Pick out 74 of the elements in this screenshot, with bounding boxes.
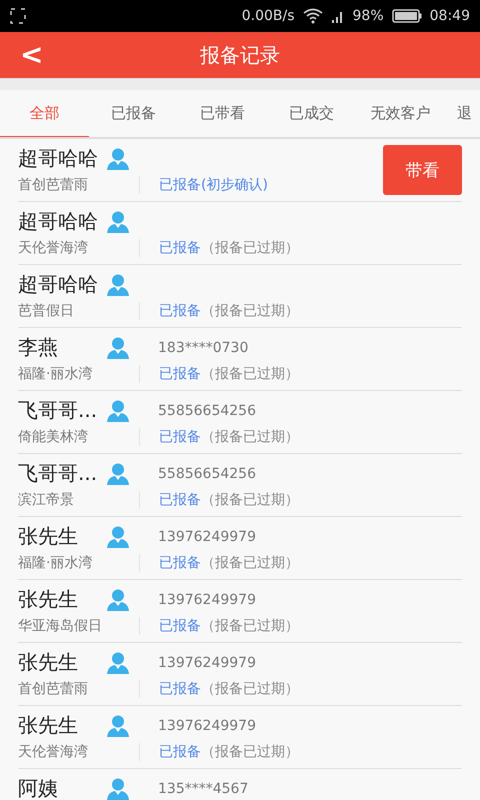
customer-name: 张先生 [18,649,79,676]
person-icon [106,210,130,232]
customer-name: 张先生 [18,712,79,739]
project-name: 福隆·丽水湾 [18,365,140,383]
person-icon [106,778,130,800]
report-status: 已报备 [159,491,201,509]
person-icon [106,274,130,296]
status-note: （报备已过期） [201,491,299,509]
customer-name: 超哥哈哈 [18,145,99,172]
project-name: 滨江帝景 [18,491,140,509]
person-icon [106,526,130,548]
report-status: 已报备 [159,365,201,383]
report-status: 已报备 [159,743,201,761]
customer-name: 超哥哈哈 [18,271,99,298]
phone-number: 13976249979 [158,718,256,734]
phone-number: 13976249979 [158,528,256,544]
wifi-icon [302,8,323,24]
screenshot-icon [10,8,26,24]
phone-number: 13976249979 [158,592,256,608]
phone-number: 13976249979 [158,654,256,670]
person-icon [106,652,130,674]
report-status: 已报备 [159,428,201,446]
status-note: （报备已过期） [201,365,299,383]
status-note: （报备已过期） [201,743,299,761]
phone-number: 55856654256 [158,466,256,482]
project-name: 芭普假日 [18,302,140,320]
phone-number: 135****4567 [158,780,248,796]
customer-name: 阿姨 [18,775,59,800]
status-note: （报备已过期） [201,239,299,257]
report-status: 已报备 [159,302,201,320]
status-note: （报备已过期） [201,302,299,320]
project-name: 首创芭蕾雨 [18,176,140,194]
person-icon [106,462,130,484]
battery-icon [392,9,422,23]
battery-level: 98% [352,8,384,24]
filter-tab[interactable]: 已成交 [267,90,356,137]
filter-tab[interactable]: 退 [445,90,480,137]
filter-tab[interactable]: 已带看 [178,90,267,137]
network-speed: 0.00B/s [242,8,295,24]
customer-name: 张先生 [18,586,79,613]
person-icon [106,400,130,422]
filter-tab[interactable]: 无效客户 [356,90,445,137]
project-name: 福隆·丽水湾 [18,554,140,572]
project-name: 华亚海岛假日 [18,617,140,635]
project-name: 天伦誉海湾 [18,743,140,761]
customer-name: 张先生 [18,523,79,550]
filter-tab[interactable]: 已报备 [89,90,178,137]
customer-name: 超哥哈哈 [18,208,99,235]
person-icon [106,148,130,170]
report-status: 已报备 [159,239,201,257]
visit-button[interactable]: 带看 [383,145,462,195]
project-name: 天伦誉海湾 [18,239,140,257]
status-note: （报备已过期） [201,428,299,446]
project-name: 倚能美林湾 [18,428,140,446]
report-status: 已报备 [159,680,201,698]
status-note: （报备已过期） [201,680,299,698]
back-button[interactable]: < [14,40,50,70]
status-note: （报备已过期） [201,554,299,572]
phone-number: 183****0730 [158,340,248,356]
report-status: 已报备 [159,554,201,572]
clock: 08:49 [430,8,470,24]
customer-name: 飞哥哥... [18,460,98,487]
person-icon [106,588,130,610]
project-name: 首创芭蕾雨 [18,680,140,698]
report-status: 已报备 [159,617,201,635]
report-status: 已报备(初步确认) [159,176,268,194]
person-icon [106,336,130,358]
customer-name: 李燕 [18,334,59,361]
status-note: （报备已过期） [201,617,299,635]
filter-tab[interactable]: 全部 [0,90,89,137]
customer-name: 飞哥哥... [18,397,98,424]
page-title: 报备记录 [200,42,280,68]
phone-number: 55856654256 [158,402,256,418]
person-icon [106,714,130,736]
